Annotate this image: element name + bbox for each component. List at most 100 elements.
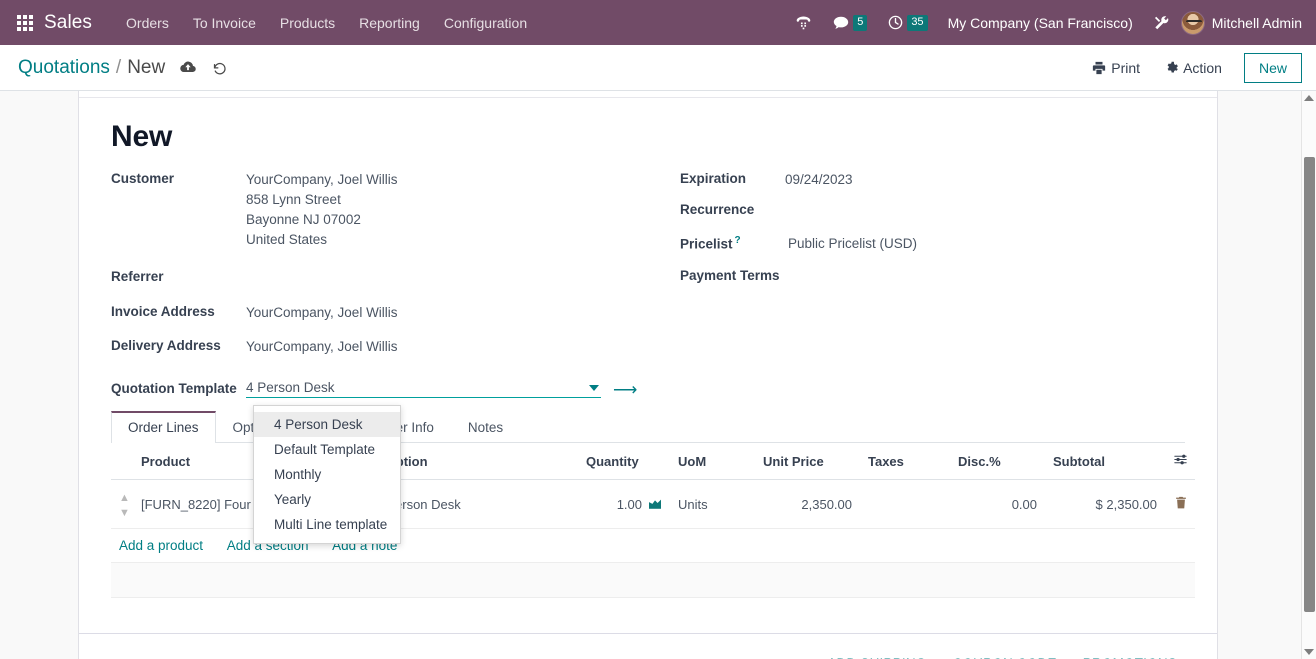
totals-action-links: ADD SHIPPING COUPON CODE PROMOTIONS (111, 634, 1185, 659)
field-label-pricelist: Pricelist? (680, 234, 785, 252)
field-label-pricelist-text: Pricelist (680, 236, 733, 252)
col-optional-toggle (1165, 443, 1195, 480)
cloud-upload-icon[interactable] (179, 60, 197, 75)
customer-street: 858 Lynn Street (246, 192, 341, 207)
col-handle (111, 443, 133, 480)
filler-cell-1 (111, 562, 1195, 598)
field-label-payment-terms: Payment Terms (680, 268, 780, 283)
drag-handle-icon[interactable]: ▲ ▼ (111, 479, 133, 529)
area-chart-icon[interactable] (648, 497, 662, 512)
coupon-code-link[interactable]: COUPON CODE (953, 656, 1057, 659)
form-left-column: Customer YourCompany, Joel Willis 858 Ly… (111, 170, 648, 368)
field-quotation-template: Quotation Template 4 Person Desk ⟶ 4 Per… (111, 380, 1185, 544)
page-title: New (111, 120, 173, 153)
filler-row-shaded (111, 562, 1195, 598)
customer-name[interactable]: YourCompany, Joel Willis (246, 170, 398, 190)
quotation-template-value: 4 Person Desk (246, 380, 335, 395)
cell-unit-price[interactable]: 2,350.00 (755, 479, 860, 529)
dropdown-option-default-template[interactable]: Default Template (254, 437, 400, 462)
form-right-column: Expiration 09/24/2023 Recurrence Priceli… (648, 170, 1185, 368)
dropdown-option-yearly[interactable]: Yearly (254, 487, 400, 512)
form-fields: Customer YourCompany, Joel Willis 858 Ly… (111, 170, 1185, 368)
chevron-down-icon[interactable] (589, 384, 599, 391)
field-expiration: Expiration 09/24/2023 (680, 170, 1185, 192)
field-label-customer: Customer (111, 171, 175, 186)
cell-quantity-value: 1.00 (616, 496, 642, 512)
help-icon[interactable]: ? (735, 235, 741, 246)
activities-counter[interactable]: 35 (877, 10, 937, 35)
form-page: New Customer YourCompany, Joel Willis 85… (0, 91, 1316, 659)
field-value-pricelist[interactable]: Public Pricelist (USD) (788, 234, 917, 254)
field-value-delivery-address[interactable]: YourCompany, Joel Willis (246, 337, 398, 357)
nav-menu-configuration[interactable]: Configuration (432, 9, 539, 37)
field-delivery-address: Delivery Address YourCompany, Joel Willi… (111, 337, 648, 359)
cell-quantity[interactable]: 1.00 (578, 479, 670, 529)
new-button[interactable]: New (1243, 52, 1302, 83)
control-panel-actions: Print Action New (1082, 52, 1302, 83)
breadcrumb-quotations[interactable]: Quotations (18, 57, 110, 79)
col-unit-price[interactable]: Unit Price (755, 443, 860, 480)
printer-icon (1093, 61, 1106, 74)
tab-notes[interactable]: Notes (451, 411, 520, 443)
breadcrumb: Quotations / New (18, 57, 165, 79)
nav-menu-to-invoice[interactable]: To Invoice (181, 9, 268, 37)
trash-icon[interactable] (1175, 496, 1187, 512)
print-label: Print (1111, 59, 1141, 76)
customer-country: United States (246, 232, 328, 247)
cell-subtotal: $ 2,350.00 (1045, 479, 1165, 529)
action-button[interactable]: Action (1154, 55, 1232, 81)
arrow-right-icon[interactable]: ⟶ (613, 381, 637, 398)
promotions-link[interactable]: PROMOTIONS (1083, 656, 1177, 659)
customer-city: Bayonne NJ 07002 (246, 212, 361, 227)
qty-wrapper: 1.00 (586, 497, 662, 512)
vertical-scrollbar[interactable] (1301, 91, 1316, 659)
col-discount[interactable]: Disc.% (950, 443, 1045, 480)
avatar[interactable] (1180, 10, 1205, 35)
phone-dialpad-icon[interactable] (785, 10, 822, 35)
cell-uom[interactable]: Units (670, 479, 755, 529)
cell-taxes[interactable] (860, 479, 950, 529)
nav-menu-products[interactable]: Products (268, 9, 347, 37)
wrench-tools-icon[interactable] (1143, 10, 1181, 36)
activities-badge: 35 (907, 14, 928, 31)
dropdown-option-multi-line-template[interactable]: Multi Line template (254, 512, 400, 537)
col-subtotal: Subtotal (1045, 443, 1165, 480)
column-settings-icon[interactable] (1174, 453, 1187, 469)
scroll-up-arrow-icon[interactable] (1304, 95, 1314, 101)
quotation-template-input[interactable]: 4 Person Desk (246, 380, 601, 398)
scroll-down-arrow-icon[interactable] (1304, 649, 1314, 655)
messages-counter[interactable]: 5 (822, 10, 877, 36)
field-invoice-address: Invoice Address YourCompany, Joel Willis (111, 303, 648, 325)
dropdown-option-4-person-desk[interactable]: 4 Person Desk (254, 412, 400, 437)
field-recurrence: Recurrence (680, 201, 1185, 223)
field-label-recurrence: Recurrence (680, 202, 755, 217)
company-switcher[interactable]: My Company (San Francisco) (938, 15, 1143, 31)
print-button[interactable]: Print (1082, 55, 1150, 81)
user-menu[interactable]: Mitchell Admin (1212, 15, 1302, 31)
undo-icon[interactable] (211, 60, 228, 75)
col-subtotal-label: Subtotal (1053, 453, 1105, 469)
field-payment-terms: Payment Terms (680, 267, 1185, 289)
field-value-customer-group: YourCompany, Joel Willis 858 Lynn Street… (246, 170, 398, 250)
apps-grid-icon[interactable] (14, 12, 36, 34)
action-label: Action (1183, 59, 1222, 76)
cell-discount[interactable]: 0.00 (950, 479, 1045, 529)
nav-menu-orders[interactable]: Orders (114, 9, 181, 37)
scrollbar-thumb[interactable] (1304, 157, 1315, 612)
dropdown-option-monthly[interactable]: Monthly (254, 462, 400, 487)
col-taxes[interactable]: Taxes (860, 443, 950, 480)
sheet-top-strip (79, 91, 1217, 98)
tab-order-lines[interactable]: Order Lines (111, 411, 216, 443)
field-pricelist: Pricelist? Public Pricelist (USD) (680, 234, 1185, 256)
form-sheet: New Customer YourCompany, Joel Willis 85… (78, 91, 1218, 659)
col-quantity[interactable]: Quantity (578, 443, 670, 480)
field-value-expiration[interactable]: 09/24/2023 (785, 170, 853, 190)
delete-line-button[interactable] (1165, 479, 1195, 529)
add-shipping-link[interactable]: ADD SHIPPING (827, 656, 926, 659)
quotation-template-dropdown[interactable]: 4 Person Desk Default Template Monthly Y… (253, 405, 401, 544)
app-brand-sales[interactable]: Sales (44, 12, 92, 34)
nav-menu-reporting[interactable]: Reporting (347, 9, 432, 37)
add-a-product-link[interactable]: Add a product (119, 538, 203, 553)
field-value-invoice-address[interactable]: YourCompany, Joel Willis (246, 303, 398, 323)
col-uom[interactable]: UoM (670, 443, 755, 480)
